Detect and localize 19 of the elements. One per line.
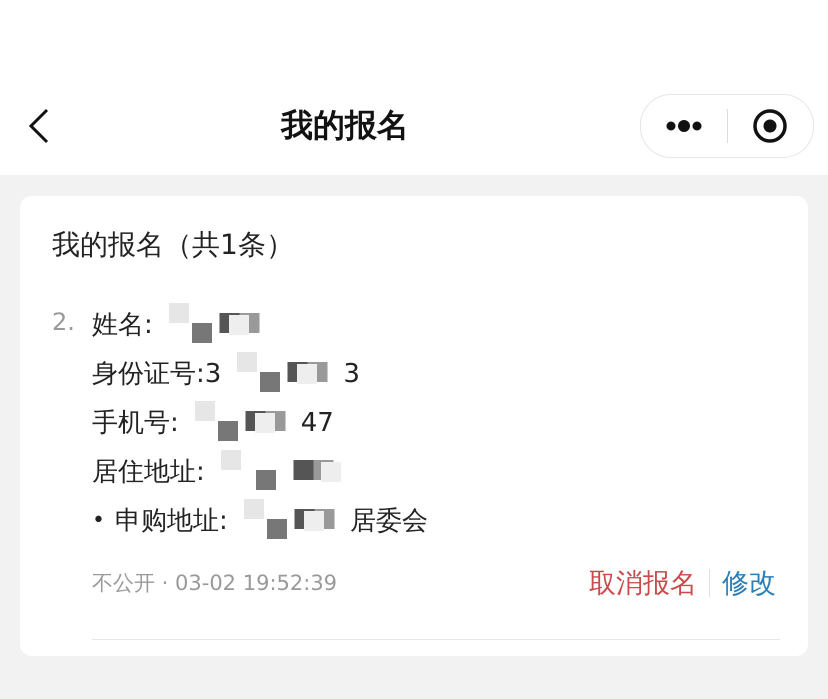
- field-label: 居住地址:: [92, 456, 205, 489]
- field-label: 姓名:: [92, 309, 153, 342]
- field-label: 申购地址:: [114, 505, 228, 538]
- more-icon: [664, 119, 703, 133]
- field-label: 身份证号:: [92, 358, 205, 391]
- entry-meta: 不公开 · 03-02 19:52:39: [92, 570, 338, 597]
- field-value: 3: [343, 358, 360, 388]
- card-title: 我的报名（共1条）: [52, 227, 295, 263]
- field-label: 手机号:: [92, 407, 179, 440]
- bullet: •: [92, 508, 105, 533]
- entry-number: 2.: [52, 307, 76, 338]
- field-value: 47: [300, 408, 334, 438]
- field-value: 居委会: [350, 505, 428, 538]
- target-icon: [752, 108, 788, 144]
- field-value: 3: [204, 358, 222, 388]
- cancel-button[interactable]: 取消报名: [585, 565, 701, 601]
- edit-link[interactable]: 修改: [718, 565, 780, 601]
- back-icon[interactable]: [28, 108, 50, 144]
- page-title: 我的报名: [281, 105, 409, 146]
